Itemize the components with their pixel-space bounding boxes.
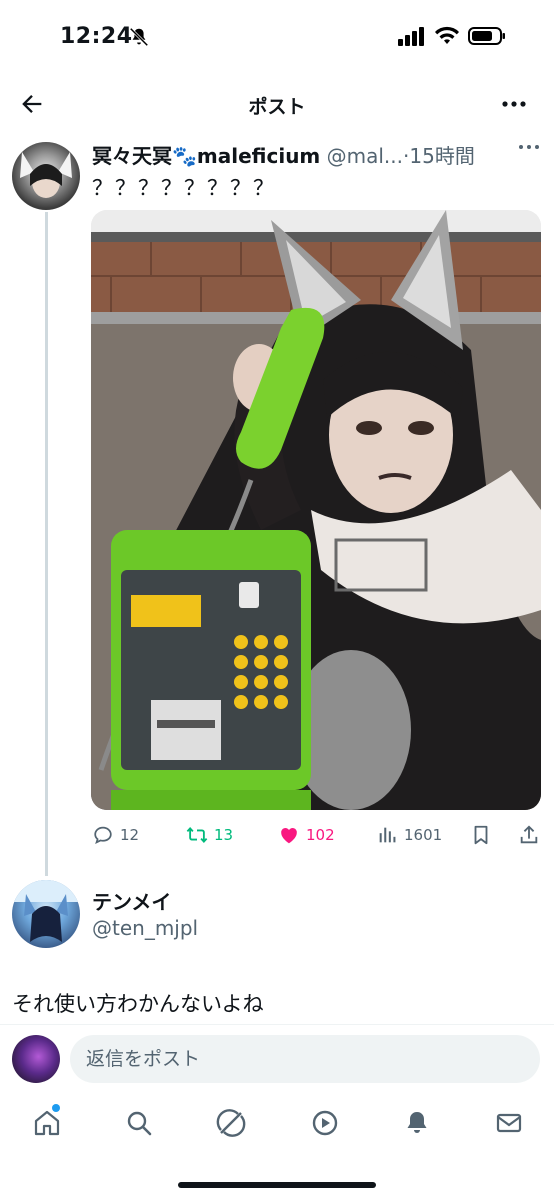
reply-count: 12 [120,826,140,844]
bookmark-button[interactable] [470,824,492,846]
heart-icon [281,828,297,844]
tweet-timestamp: 15時間 [409,144,475,168]
messages-icon[interactable] [494,1108,524,1138]
grok-icon[interactable] [216,1108,246,1138]
tweet-more-icon[interactable] [518,140,540,154]
search-icon[interactable] [124,1108,154,1138]
current-user-avatar[interactable] [12,1035,60,1083]
page-title: ポスト [248,96,306,118]
bell-off-icon [129,27,149,47]
more-options-icon[interactable] [500,92,528,116]
share-button[interactable] [518,824,540,846]
video-icon[interactable] [310,1108,340,1138]
like-count: 102 [306,826,335,844]
thread-connector-line [45,212,48,876]
views-button[interactable]: 1601 [376,824,442,846]
author-handle[interactable]: @mal... [327,144,403,168]
repost-button[interactable]: 13 [186,824,233,846]
reply-icon [94,826,112,845]
reply-text: それ使い方わかんないよね [12,992,264,1016]
repost-count: 13 [214,826,234,844]
top-header: ポスト [0,76,554,132]
like-button[interactable]: 102 [278,824,335,846]
battery-icon [468,27,505,45]
reply-button[interactable]: 12 [92,824,139,846]
reply-compose-bar: 返信をポスト [0,1024,554,1094]
reply-handle[interactable]: @ten_mjpl [92,916,198,940]
cellular-signal-icon [398,27,424,46]
tweet-action-bar: 12 13 102 1601 [88,822,544,850]
views-chart-icon [379,827,396,843]
author-display-name[interactable]: 冥々天冥🐾maleficium [92,144,320,168]
tweet-author-line: 冥々天冥🐾maleficium @mal...·15時間 [92,140,532,168]
repost-icon [186,827,208,843]
author-avatar[interactable] [12,142,80,210]
notifications-icon[interactable] [402,1108,432,1138]
home-indicator [178,1182,376,1188]
home-icon[interactable] [32,1108,62,1138]
reply-input[interactable]: 返信をポスト [70,1035,540,1083]
status-time: 12:24 [60,24,133,49]
tweet-photo[interactable] [91,210,541,810]
view-count: 1601 [404,826,443,844]
status-bar: 12:24 [0,0,554,76]
share-icon [520,825,538,844]
reply-display-name[interactable]: テンメイ [92,886,171,915]
home-notification-dot [52,1104,60,1112]
bottom-tab-bar [0,1096,554,1160]
bookmark-icon [474,825,488,845]
wifi-icon [435,26,459,44]
tweet-text: ？？？？？？？？ [92,176,276,200]
reply-author-avatar[interactable] [12,880,80,948]
